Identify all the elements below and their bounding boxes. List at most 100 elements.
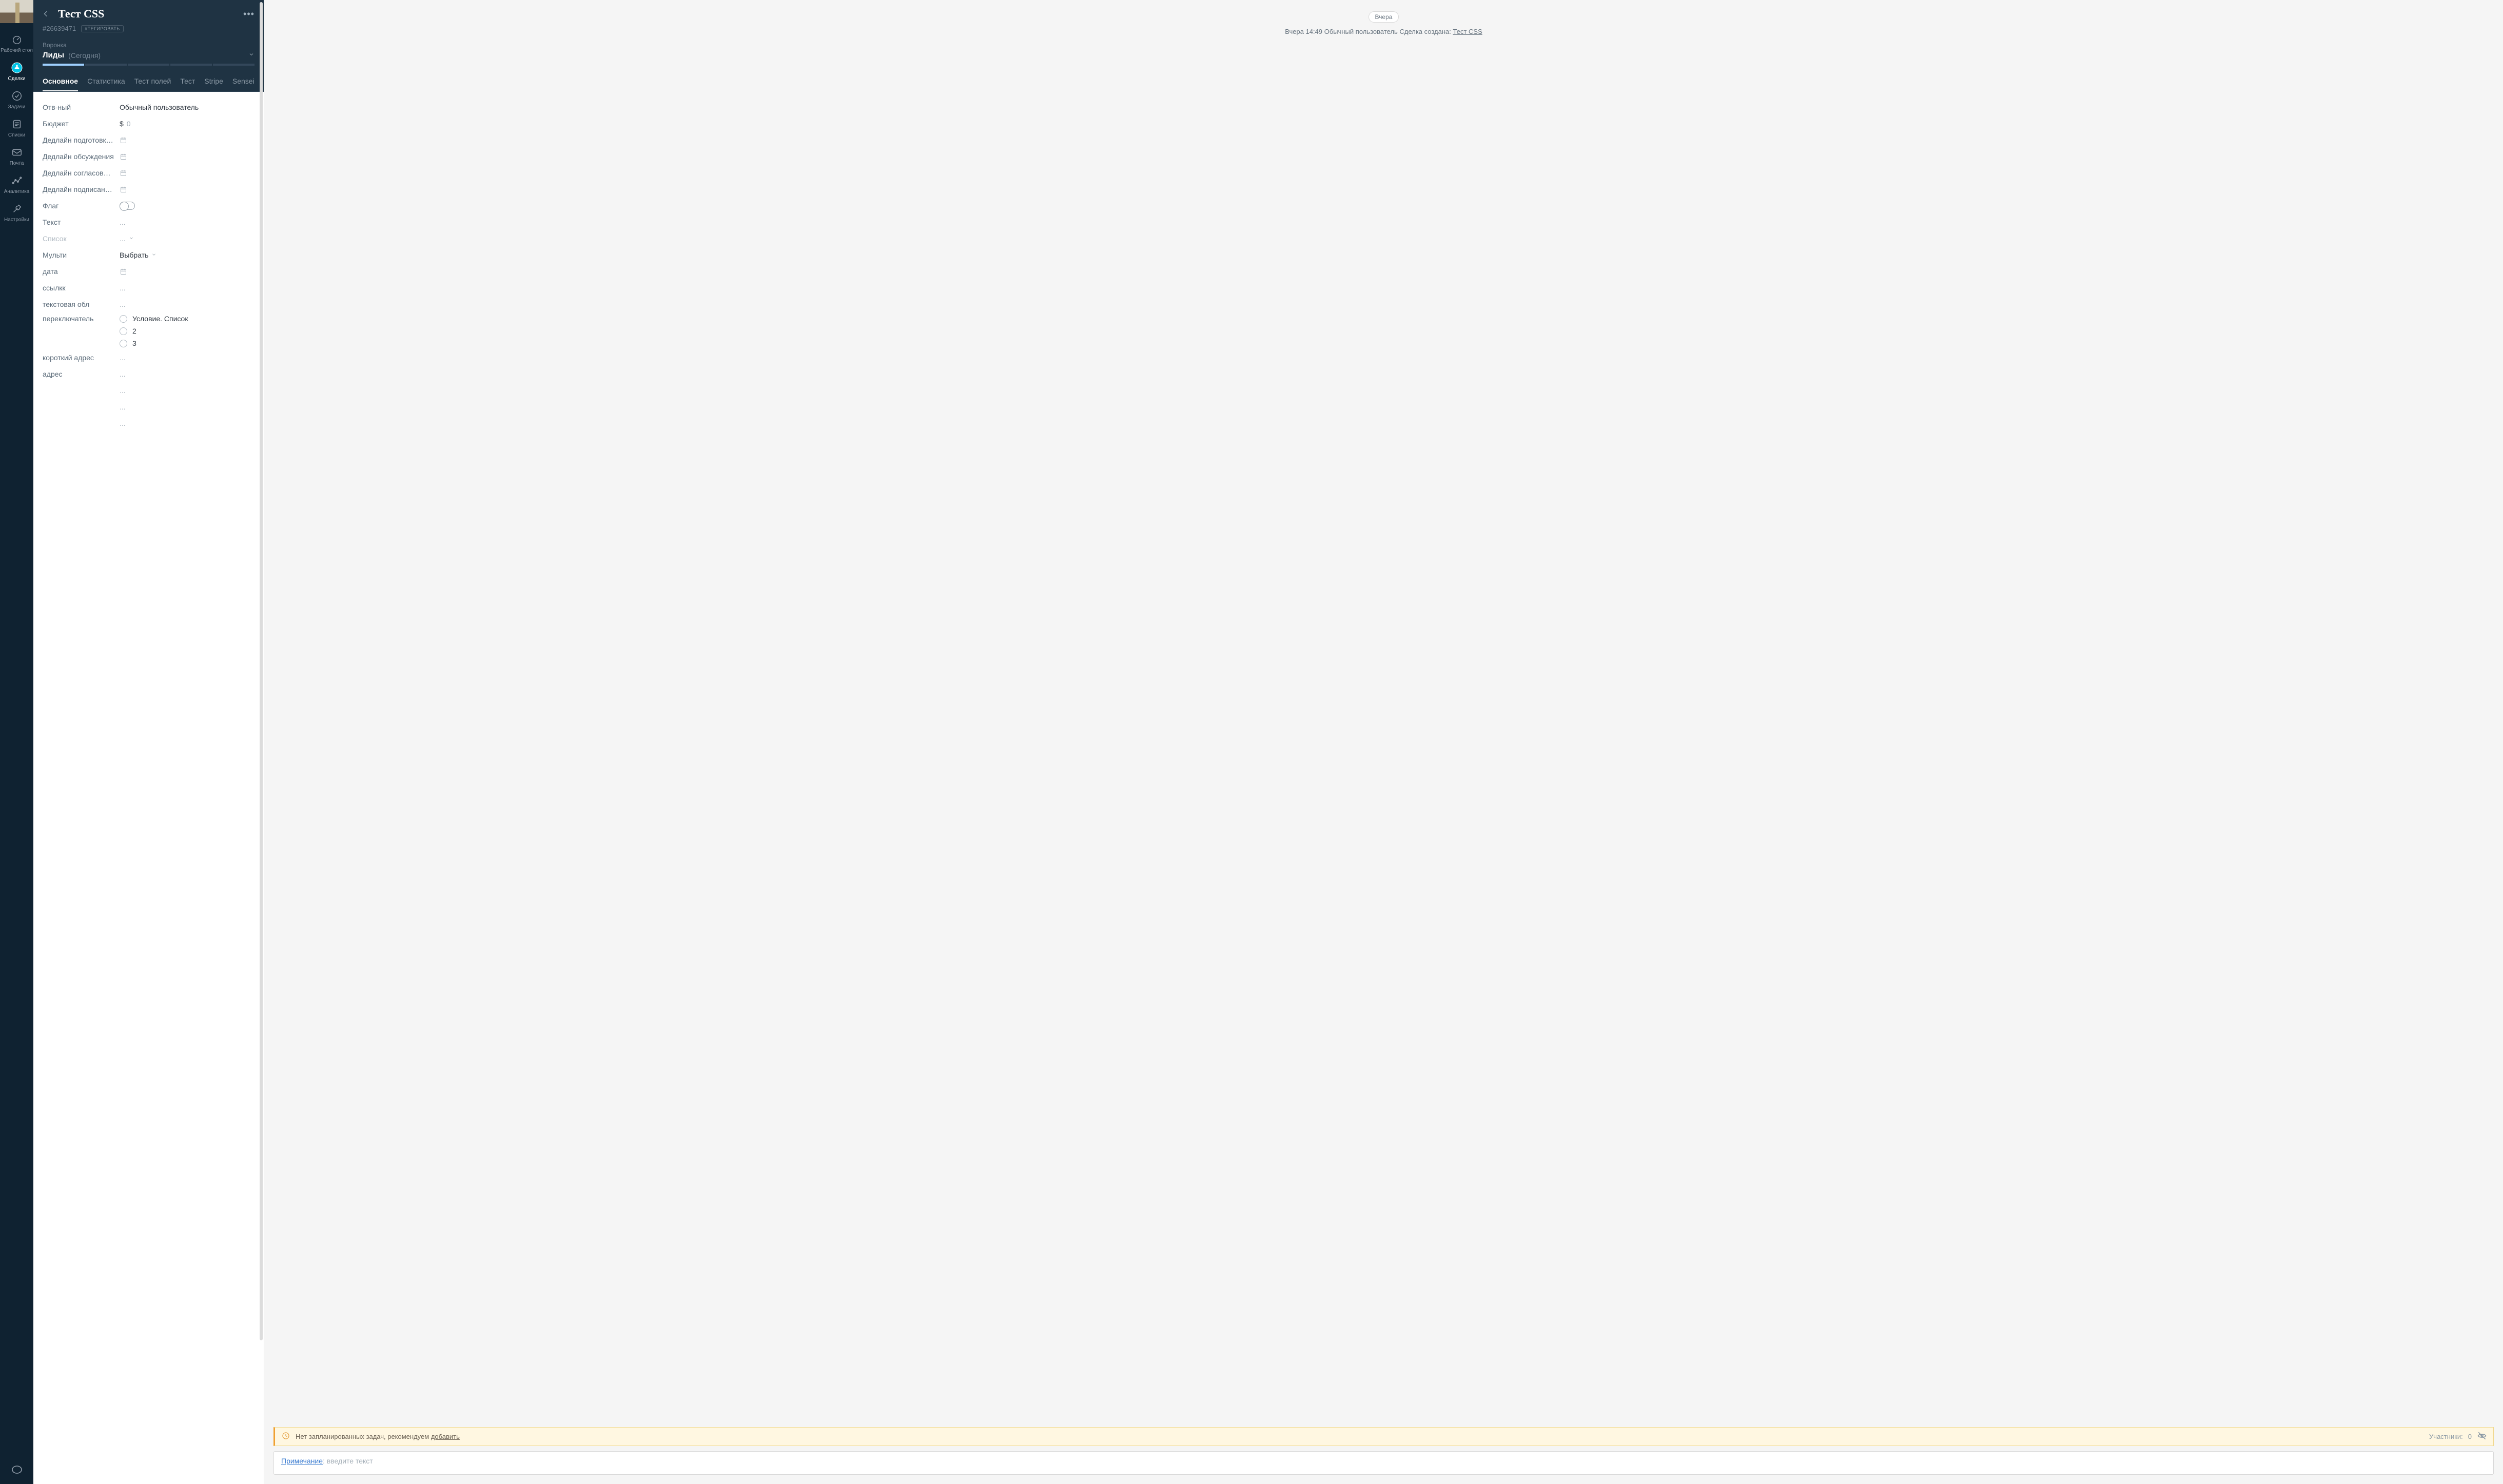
event-link[interactable]: Тест CSS — [1453, 28, 1482, 35]
add-task-link[interactable]: добавить — [431, 1433, 460, 1440]
field-flag[interactable]: Флаг — [43, 198, 255, 214]
field-text[interactable]: Текст ... — [43, 214, 255, 230]
field-deadline-prepare[interactable]: Дедлайн подготовки п — [43, 132, 255, 148]
note-type-selector[interactable]: Примечание — [281, 1457, 323, 1465]
avatar[interactable] — [0, 0, 33, 23]
calendar-icon — [120, 186, 127, 193]
deal-id: #26639471 — [43, 25, 76, 32]
radio-option[interactable]: 2 — [120, 327, 188, 335]
currency-symbol: $ — [120, 120, 124, 128]
nav-chat[interactable] — [0, 1458, 33, 1484]
radio-label: 3 — [132, 339, 136, 347]
nav-label: Списки — [8, 132, 25, 138]
scrollbar[interactable] — [260, 2, 263, 1340]
deal-title[interactable]: Тест CSS — [58, 7, 243, 21]
eye-off-icon[interactable] — [2477, 1431, 2487, 1442]
deal-panel: Тест CSS ••• #26639471 #ТЕГИРОВАТЬ Ворон… — [33, 0, 264, 1484]
field-label: ссылкк — [43, 284, 120, 292]
field-multi[interactable]: Мульти Выбрать — [43, 247, 255, 263]
event-time: Вчера 14:49 — [1285, 28, 1322, 35]
tab-stripe[interactable]: Stripe — [204, 72, 223, 91]
placeholder: ... — [120, 284, 126, 292]
field-label: Бюджет — [43, 120, 120, 128]
field-label: Дедлайн подготовки п — [43, 136, 120, 144]
pipeline-stage: Лиды — [43, 51, 64, 60]
field-responsible[interactable]: Отв-ный Обычный пользователь — [43, 99, 255, 115]
nav-label: Аналитика — [4, 189, 30, 194]
calendar-icon — [120, 268, 127, 276]
field-label: Дедлайн согласования — [43, 169, 120, 177]
day-separator: Вчера — [279, 11, 2489, 23]
placeholder: ... — [120, 235, 126, 243]
field-textarea[interactable]: текстовая обл ... — [43, 296, 255, 313]
radio-icon — [120, 315, 127, 323]
placeholder: ... — [120, 300, 126, 308]
event-text: Сделка создана: — [1399, 28, 1451, 35]
placeholder: ... — [120, 218, 126, 226]
tab-statistics[interactable]: Статистика — [87, 72, 125, 91]
check-icon — [10, 89, 24, 103]
chevron-down-icon — [151, 252, 157, 259]
field-address-line[interactable]: ... — [43, 399, 255, 415]
radio-label: Условие. Список — [132, 315, 188, 323]
field-value: Обычный пользователь — [120, 103, 255, 111]
clock-icon — [281, 1431, 290, 1442]
radio-icon — [120, 340, 127, 347]
field-link[interactable]: ссылкк ... — [43, 280, 255, 296]
gauge-icon — [10, 32, 24, 47]
nav-mail[interactable]: Почта — [0, 142, 33, 170]
timeline: Вчера Вчера 14:49 Обычный пользователь С… — [264, 0, 2503, 1484]
field-list[interactable]: Список ... — [43, 230, 255, 247]
tab-main[interactable]: Основное — [43, 72, 78, 91]
nav-label: Почта — [10, 161, 24, 166]
field-address-line[interactable]: ... — [43, 415, 255, 432]
chevron-down-icon — [129, 236, 134, 242]
field-label: адрес — [43, 370, 120, 378]
note-input[interactable]: Примечание: введите текст — [273, 1451, 2494, 1475]
field-label: переключатель — [43, 313, 120, 323]
participants-count: 0 — [2468, 1433, 2472, 1440]
tab-test[interactable]: Тест — [180, 72, 195, 91]
nav-rail: Рабочий стол Сделки Задачи Списки Почта … — [0, 0, 33, 1484]
field-date[interactable]: дата — [43, 263, 255, 280]
tag-button[interactable]: #ТЕГИРОВАТЬ — [81, 25, 124, 32]
field-switch: переключатель Условие. Список 2 3 — [43, 313, 255, 349]
pipeline-stage-when: (Сегодня) — [68, 51, 101, 60]
wrench-icon — [10, 202, 24, 216]
pipeline-label: Воронка — [43, 42, 255, 49]
field-deadline-approve[interactable]: Дедлайн согласования — [43, 165, 255, 181]
nav-analytics[interactable]: Аналитика — [0, 170, 33, 199]
radio-option[interactable]: 3 — [120, 339, 188, 347]
field-address-line[interactable]: ... — [43, 382, 255, 399]
nav-label: Сделки — [8, 76, 25, 82]
field-deadline-sign[interactable]: Дедлайн подписания к — [43, 181, 255, 198]
nav-tasks[interactable]: Задачи — [0, 86, 33, 114]
nav-dashboard[interactable]: Рабочий стол — [0, 29, 33, 57]
field-short-address[interactable]: короткий адрес ... — [43, 349, 255, 366]
placeholder: ... — [120, 386, 126, 395]
nav-settings[interactable]: Настройки — [0, 199, 33, 227]
radio-option[interactable]: Условие. Список — [120, 315, 188, 323]
field-budget[interactable]: Бюджет $0 — [43, 115, 255, 132]
nav-label: Задачи — [8, 104, 26, 110]
more-button[interactable]: ••• — [243, 9, 255, 19]
day-separator-label: Вчера — [1368, 11, 1399, 23]
deal-tabs: Основное Статистика Тест полей Тест Stri… — [33, 72, 264, 92]
deal-header: Тест CSS ••• #26639471 #ТЕГИРОВАТЬ Ворон… — [33, 0, 264, 72]
radio-label: 2 — [132, 327, 136, 335]
pipeline-progress — [43, 64, 255, 66]
tab-sensei[interactable]: Sensei — [232, 72, 255, 91]
nav-deals[interactable]: Сделки — [0, 57, 33, 86]
participants-label: Участники: — [2429, 1433, 2463, 1440]
pipeline-selector[interactable]: Воронка Лиды (Сегодня) — [43, 38, 255, 72]
placeholder: ... — [120, 370, 126, 378]
field-label: Отв-ный — [43, 103, 120, 111]
field-address[interactable]: адрес ... — [43, 366, 255, 382]
tab-test-fields[interactable]: Тест полей — [134, 72, 171, 91]
back-button[interactable] — [43, 9, 52, 18]
chevron-down-icon — [248, 51, 255, 59]
toggle-switch[interactable] — [120, 202, 135, 210]
field-deadline-discuss[interactable]: Дедлайн обсуждения — [43, 148, 255, 165]
field-label: Дедлайн подписания к — [43, 185, 120, 193]
nav-lists[interactable]: Списки — [0, 114, 33, 142]
